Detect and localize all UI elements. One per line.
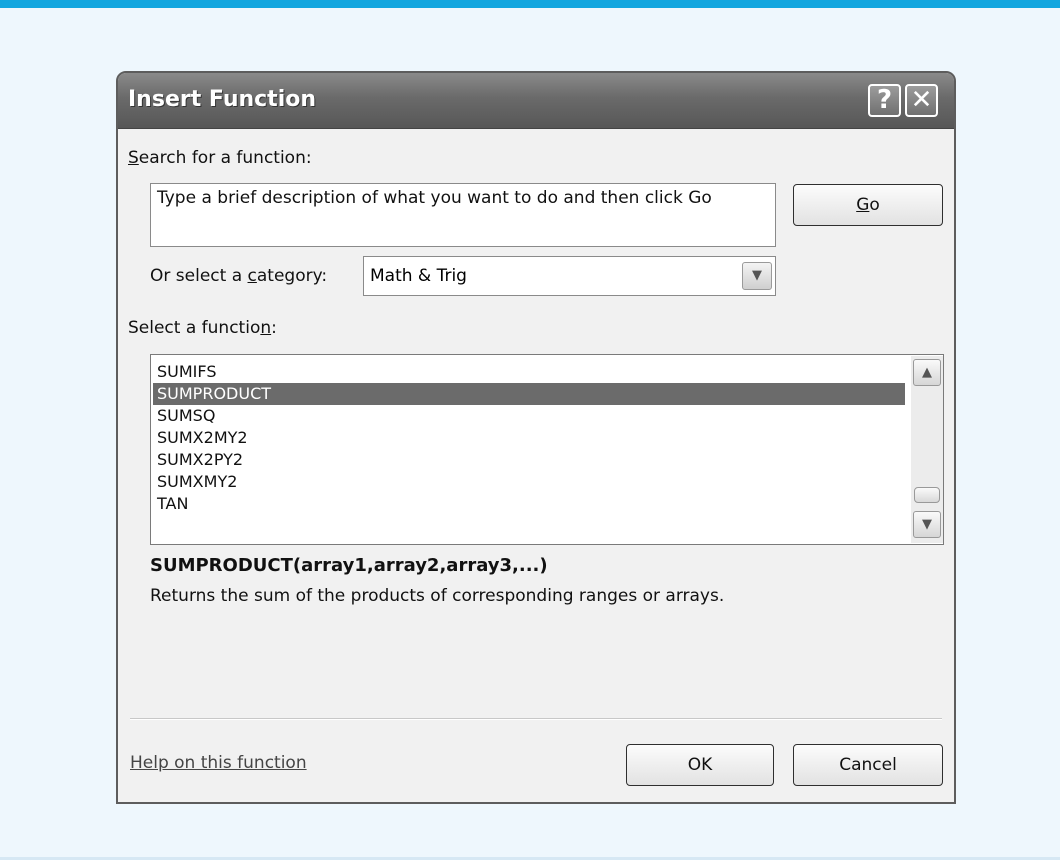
list-item[interactable]: SUMX2MY2 [153,427,905,449]
list-item[interactable]: TAN [153,493,905,515]
ok-button[interactable]: OK [626,744,774,786]
scroll-down-button[interactable]: ▼ [913,511,941,538]
scroll-thumb[interactable] [914,487,940,503]
function-list: SUMIFS SUMPRODUCT SUMSQ SUMX2MY2 SUMX2PY… [153,361,905,515]
top-accent-bar [0,0,1060,8]
list-item[interactable]: SUMIFS [153,361,905,383]
list-item[interactable]: SUMXMY2 [153,471,905,493]
help-on-function-link[interactable]: Help on this function [130,753,307,773]
category-label: Or select a category: [150,266,328,286]
search-label: Search for a function: [128,148,312,168]
go-button[interactable]: Go [793,184,943,226]
chevron-up-icon: ▲ [922,365,932,380]
insert-function-dialog: Insert Function ? ✕ Search for a functio… [116,71,956,804]
chevron-down-icon: ▼ [752,268,762,283]
dropdown-button[interactable]: ▼ [742,262,772,290]
close-icon: ✕ [910,85,933,115]
list-item[interactable]: SUMX2PY2 [153,449,905,471]
help-button[interactable]: ? [868,84,901,117]
function-description: Returns the sum of the products of corre… [150,586,725,606]
cancel-button[interactable]: Cancel [793,744,943,786]
function-signature: SUMPRODUCT(array1,array2,array3,...) [150,555,548,576]
question-mark-icon: ? [876,85,893,115]
title-bar[interactable]: Insert Function ? ✕ [118,73,954,129]
scroll-up-button[interactable]: ▲ [913,359,941,386]
dialog-title: Insert Function [128,87,317,112]
divider [130,718,942,720]
close-button[interactable]: ✕ [905,84,938,117]
function-listbox[interactable]: SUMIFS SUMPRODUCT SUMSQ SUMX2MY2 SUMX2PY… [150,354,944,545]
category-selected-value: Math & Trig [370,266,467,286]
chevron-down-icon: ▼ [922,517,932,532]
vertical-scrollbar[interactable]: ▲ ▼ [911,356,943,543]
category-select[interactable]: Math & Trig ▼ [363,256,776,296]
list-item-selected[interactable]: SUMPRODUCT [153,383,905,405]
function-list-label: Select a function: [128,318,277,338]
search-input[interactable]: Type a brief description of what you wan… [150,183,776,247]
list-item[interactable]: SUMSQ [153,405,905,427]
